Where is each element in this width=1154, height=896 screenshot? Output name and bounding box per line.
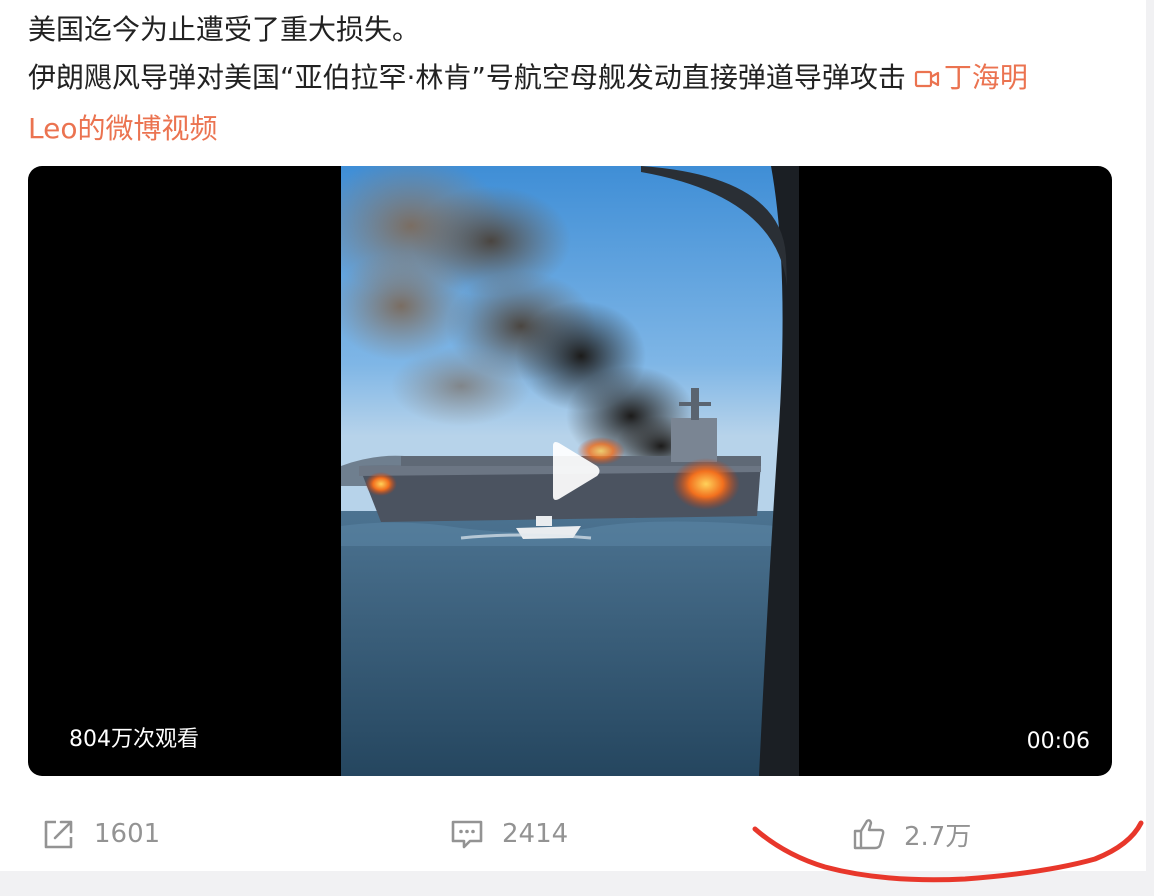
repost-button[interactable]: 1601 xyxy=(42,805,160,863)
like-count: 2.7万 xyxy=(904,821,972,852)
post-text: 美国迄今为止遭受了重大损失。 伊朗飓风导弹对美国“亚伯拉罕·林肯”号航空母舰发动… xyxy=(28,6,1118,153)
post-text-line-1: 美国迄今为止遭受了重大损失。 xyxy=(28,13,421,46)
action-bar: 1601 2414 2.7万 xyxy=(0,805,1146,863)
view-count: 804万次观看 xyxy=(69,727,199,752)
video-duration: 00:06 xyxy=(1026,729,1090,754)
thumbs-up-icon xyxy=(852,817,886,851)
comment-count: 2414 xyxy=(502,819,569,849)
like-button[interactable]: 2.7万 xyxy=(852,805,971,863)
share-icon xyxy=(42,817,76,851)
post-text-body: 伊朗飓风导弹对美国“亚伯拉罕·林肯”号航空母舰发动直接弹道导弹攻击 xyxy=(28,61,906,94)
comment-icon xyxy=(450,817,484,851)
comment-button[interactable]: 2414 xyxy=(450,805,568,863)
video-player[interactable]: 804万次观看 00:06 xyxy=(28,166,1112,776)
post-text-line-2: 伊朗飓风导弹对美国“亚伯拉罕·林肯”号航空母舰发动直接弹道导弹攻击 丁海明 xyxy=(28,54,1118,105)
page-edge xyxy=(1146,0,1154,896)
repost-count: 1601 xyxy=(94,819,161,849)
play-icon xyxy=(553,442,600,500)
play-button[interactable] xyxy=(535,436,605,506)
video-camera-icon xyxy=(914,57,940,105)
weibo-post-card: 美国迄今为止遭受了重大损失。 伊朗飓风导弹对美国“亚伯拉罕·林肯”号航空母舰发动… xyxy=(0,0,1146,871)
video-link-author[interactable]: 丁海明 xyxy=(944,61,1028,94)
video-link[interactable]: 丁海明 xyxy=(906,61,1028,94)
video-link-continued[interactable]: Leo的微博视频 xyxy=(28,105,1118,153)
